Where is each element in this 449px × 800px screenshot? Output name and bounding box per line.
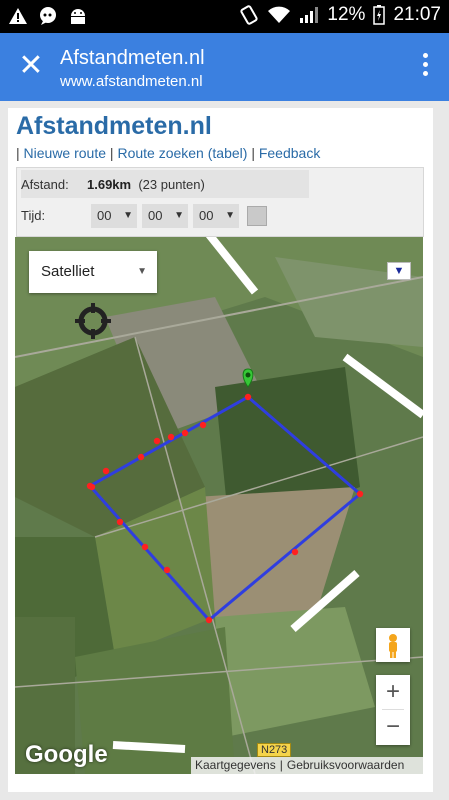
- route-start-marker[interactable]: [242, 368, 254, 388]
- minutes-value: 00: [148, 208, 163, 223]
- route-point[interactable]: [167, 433, 175, 441]
- route-point[interactable]: [141, 543, 149, 551]
- hours-select[interactable]: 00 ▼: [91, 204, 137, 228]
- map-view[interactable]: Satelliet ▼ ▼ + − Google N273 Kaartgegev…: [15, 237, 423, 774]
- distance-label: Afstand:: [21, 177, 69, 192]
- route-point[interactable]: [137, 453, 145, 461]
- wifi-icon: [268, 6, 291, 23]
- more-vert-icon[interactable]: [423, 53, 431, 80]
- route-point[interactable]: [291, 548, 299, 556]
- android-icon: [71, 9, 85, 24]
- distance-value: 1.69km: [87, 177, 132, 192]
- warning-icon: [9, 8, 27, 24]
- seconds-select[interactable]: 00 ▼: [193, 204, 239, 228]
- separator: |: [251, 145, 255, 161]
- browser-app-bar: ✕ Afstandmeten.nl www.afstandmeten.nl: [0, 33, 449, 101]
- pegman-icon[interactable]: [376, 628, 410, 662]
- time-label: Tijd:: [21, 208, 46, 223]
- chevron-down-icon: ▼: [137, 266, 147, 277]
- route-info-panel: Afstand: 1.69km (23 punten) Tijd: 00 ▼ 0…: [16, 167, 424, 237]
- link-feedback[interactable]: Feedback: [259, 145, 320, 161]
- minutes-select[interactable]: 00 ▼: [142, 204, 188, 228]
- close-icon[interactable]: ✕: [18, 51, 44, 81]
- zoom-controls: + −: [376, 675, 410, 745]
- status-left: [8, 6, 88, 26]
- separator: |: [16, 145, 20, 161]
- crosshair-icon: [75, 303, 111, 339]
- clock: 21:07: [393, 4, 441, 25]
- chevron-down-icon: ▼: [174, 210, 184, 221]
- calendar-icon[interactable]: [247, 206, 267, 226]
- status-bar: 12% 21:07: [0, 0, 449, 33]
- route-point[interactable]: [244, 393, 252, 401]
- route-point[interactable]: [102, 467, 110, 475]
- road-label: N273: [257, 743, 292, 757]
- zoom-out-button[interactable]: −: [376, 710, 410, 744]
- signal-icon: [300, 7, 319, 23]
- vibrate-icon: [240, 5, 259, 25]
- map-type-value: Satelliet: [41, 263, 95, 280]
- zoom-in-button[interactable]: +: [376, 675, 410, 709]
- route-point[interactable]: [356, 490, 364, 498]
- battery-percent: 12%: [327, 4, 366, 25]
- route-point[interactable]: [88, 483, 96, 491]
- battery-icon: [373, 5, 386, 25]
- status-right: 12% 21:07: [239, 4, 441, 26]
- route-point[interactable]: [181, 429, 189, 437]
- link-route-zoeken[interactable]: Route zoeken (tabel): [117, 145, 247, 161]
- distance-value-group: 1.69km (23 punten): [87, 177, 205, 192]
- chevron-down-icon: ▼: [225, 210, 235, 221]
- chevron-down-icon[interactable]: ▼: [387, 262, 411, 280]
- route-point[interactable]: [116, 518, 124, 526]
- google-logo: Google: [25, 741, 108, 768]
- chat-icon: [40, 7, 56, 25]
- page-title: Afstandmeten.nl: [16, 112, 212, 140]
- route-point[interactable]: [163, 566, 171, 574]
- hours-value: 00: [97, 208, 112, 223]
- distance-row: Afstand: 1.69km (23 punten): [21, 170, 309, 198]
- attribution-map-data[interactable]: Kaartgegevens: [191, 758, 280, 772]
- link-nieuwe-route[interactable]: Nieuwe route: [24, 145, 107, 161]
- points-count: (23 punten): [138, 177, 205, 192]
- seconds-value: 00: [199, 208, 214, 223]
- attribution-terms[interactable]: Gebruiksvoorwaarden: [283, 758, 408, 772]
- app-bar-title: Afstandmeten.nl: [60, 47, 205, 69]
- map-type-select[interactable]: Satelliet ▼: [29, 251, 157, 293]
- separator: |: [109, 145, 114, 161]
- app-bar-url: www.afstandmeten.nl: [60, 73, 203, 90]
- route-point[interactable]: [199, 421, 207, 429]
- nav-links: | Nieuwe route | Route zoeken (tabel) | …: [16, 145, 320, 161]
- route-point[interactable]: [153, 437, 161, 445]
- chevron-down-icon: ▼: [123, 210, 133, 221]
- route-point[interactable]: [205, 616, 213, 624]
- map-attribution: Kaartgegevens | Gebruiksvoorwaarden: [191, 757, 423, 774]
